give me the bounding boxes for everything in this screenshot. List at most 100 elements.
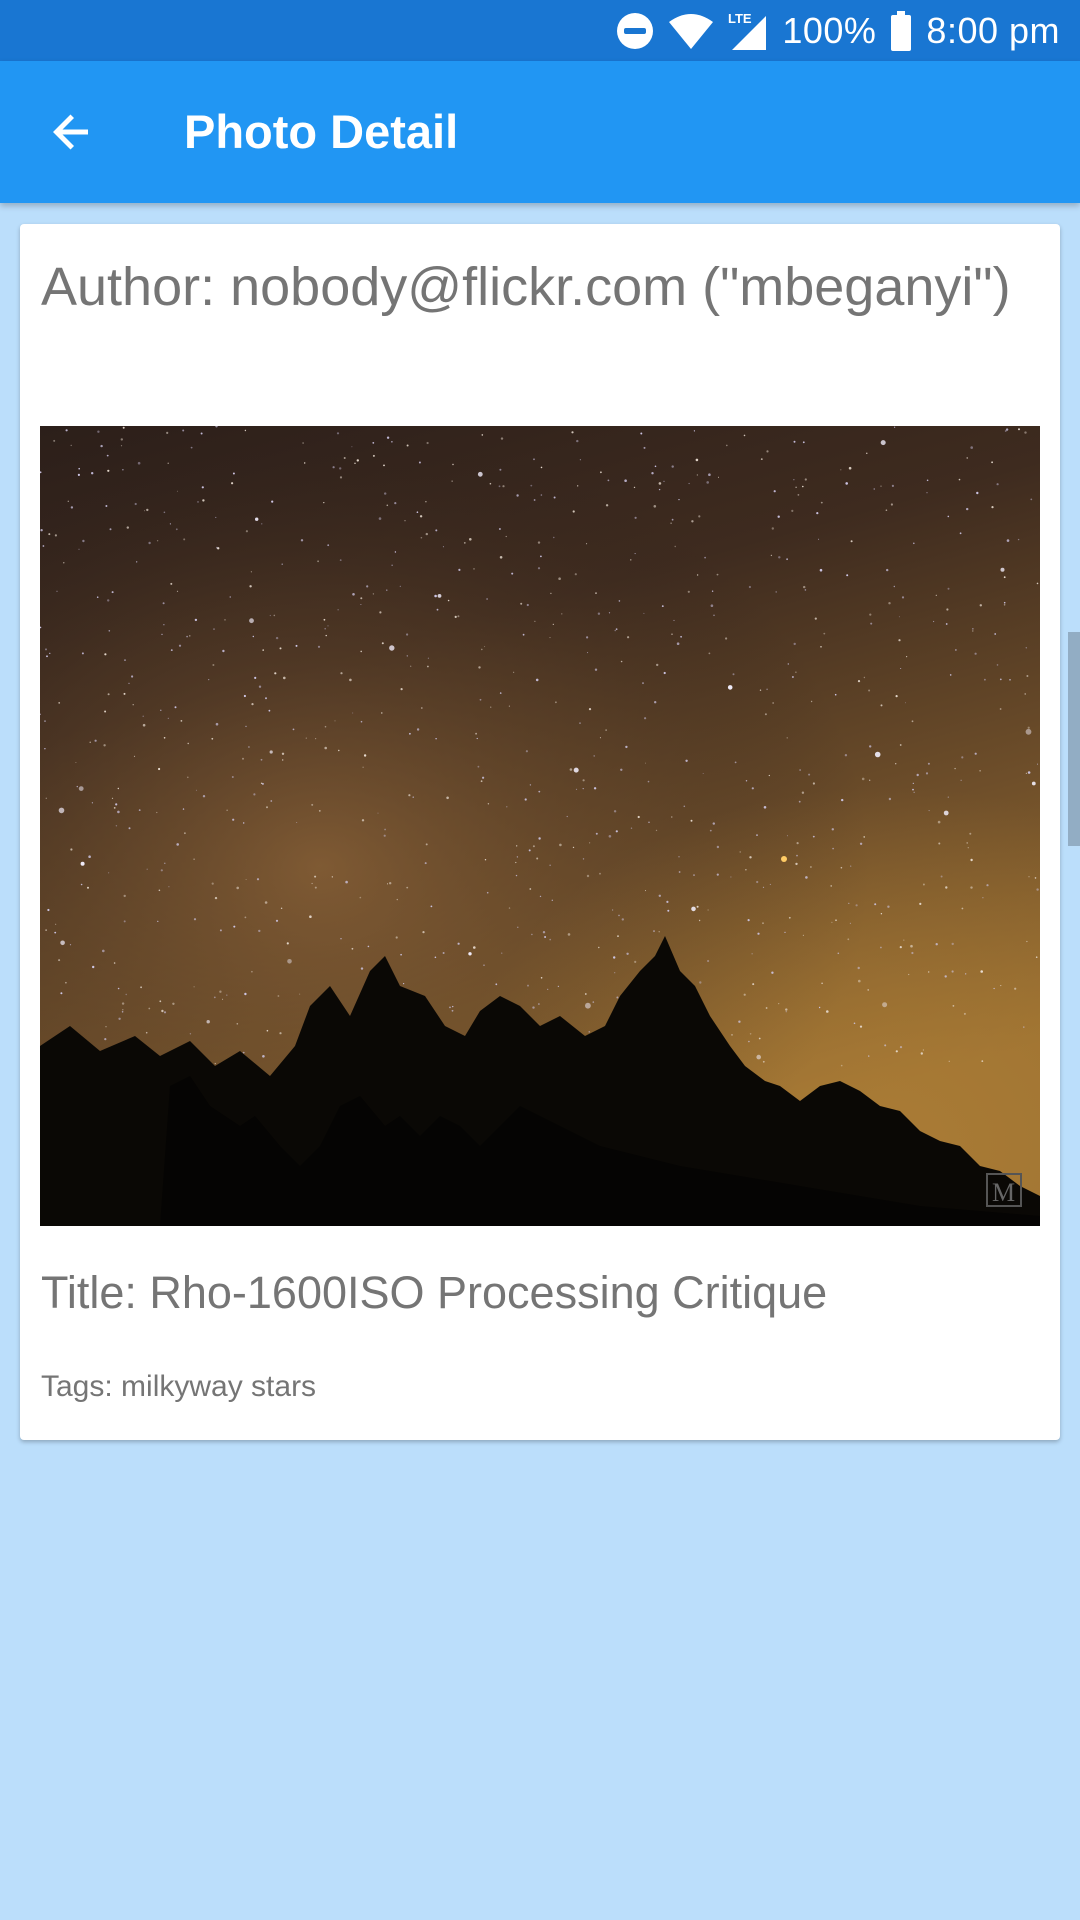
star	[766, 688, 768, 691]
star	[339, 559, 342, 561]
star	[946, 608, 949, 611]
star	[616, 996, 619, 999]
star	[727, 685, 733, 690]
star	[386, 589, 388, 591]
star	[244, 429, 247, 432]
star	[193, 858, 195, 860]
star	[972, 628, 974, 630]
star	[582, 788, 584, 790]
star	[808, 773, 811, 776]
star	[718, 476, 719, 478]
star	[579, 722, 581, 724]
star	[420, 536, 423, 539]
star	[967, 847, 969, 849]
star	[734, 761, 737, 764]
star	[553, 496, 556, 499]
star	[986, 884, 989, 887]
star	[180, 720, 183, 722]
star	[880, 704, 883, 707]
star	[372, 593, 375, 595]
star	[599, 737, 601, 739]
star	[786, 737, 788, 739]
star	[117, 810, 120, 814]
star	[435, 529, 438, 532]
star	[951, 942, 954, 946]
star	[685, 759, 688, 762]
star	[618, 600, 621, 602]
star	[140, 986, 142, 989]
status-icons: LTE 100% 8:00 pm	[616, 0, 1060, 61]
star	[863, 836, 865, 838]
star	[775, 591, 777, 593]
star	[540, 466, 543, 469]
star	[597, 612, 601, 615]
back-button[interactable]	[36, 96, 108, 168]
scrollbar[interactable]	[1068, 632, 1080, 846]
star	[406, 633, 409, 636]
star	[873, 488, 875, 490]
star	[841, 798, 844, 802]
star	[457, 942, 460, 945]
star	[555, 701, 557, 704]
star	[773, 490, 776, 493]
star	[713, 614, 715, 617]
star	[1017, 538, 1020, 541]
star	[70, 506, 74, 509]
star	[451, 1009, 454, 1012]
star	[885, 509, 888, 511]
star	[109, 528, 112, 531]
star	[1034, 877, 1037, 879]
star	[1009, 679, 1011, 681]
star	[406, 444, 409, 447]
star	[535, 678, 539, 682]
star	[70, 848, 73, 851]
milky-way-photo: M	[40, 426, 1040, 1226]
star	[901, 596, 905, 599]
star	[598, 946, 600, 949]
star	[317, 560, 319, 563]
star	[281, 752, 285, 755]
star	[484, 859, 487, 861]
star	[495, 983, 498, 986]
star	[377, 812, 379, 814]
star	[515, 874, 518, 877]
star	[739, 851, 741, 853]
star	[801, 791, 805, 794]
star	[176, 590, 179, 592]
star	[795, 862, 798, 866]
star	[351, 947, 354, 950]
star	[383, 834, 386, 837]
star	[787, 663, 789, 665]
star	[633, 486, 636, 489]
star	[816, 512, 819, 515]
star	[250, 571, 252, 573]
star	[582, 779, 585, 782]
star	[77, 473, 80, 476]
star	[763, 806, 767, 809]
star	[768, 774, 770, 777]
star	[955, 649, 957, 651]
star	[219, 990, 222, 993]
star	[144, 510, 146, 512]
star	[352, 593, 355, 596]
star	[887, 905, 890, 908]
star	[271, 500, 274, 503]
star	[487, 803, 490, 805]
star	[900, 668, 902, 669]
star	[778, 556, 781, 559]
star	[435, 738, 437, 740]
star	[708, 473, 711, 476]
star	[420, 707, 423, 709]
star	[544, 936, 547, 938]
star	[539, 895, 542, 898]
star	[698, 919, 701, 922]
star	[97, 430, 100, 433]
star	[254, 676, 257, 679]
star	[654, 465, 657, 468]
star	[853, 1022, 856, 1025]
star	[327, 544, 330, 547]
star	[476, 737, 478, 740]
star	[926, 479, 929, 482]
star	[115, 803, 118, 806]
photo-image[interactable]: M	[40, 426, 1040, 1226]
